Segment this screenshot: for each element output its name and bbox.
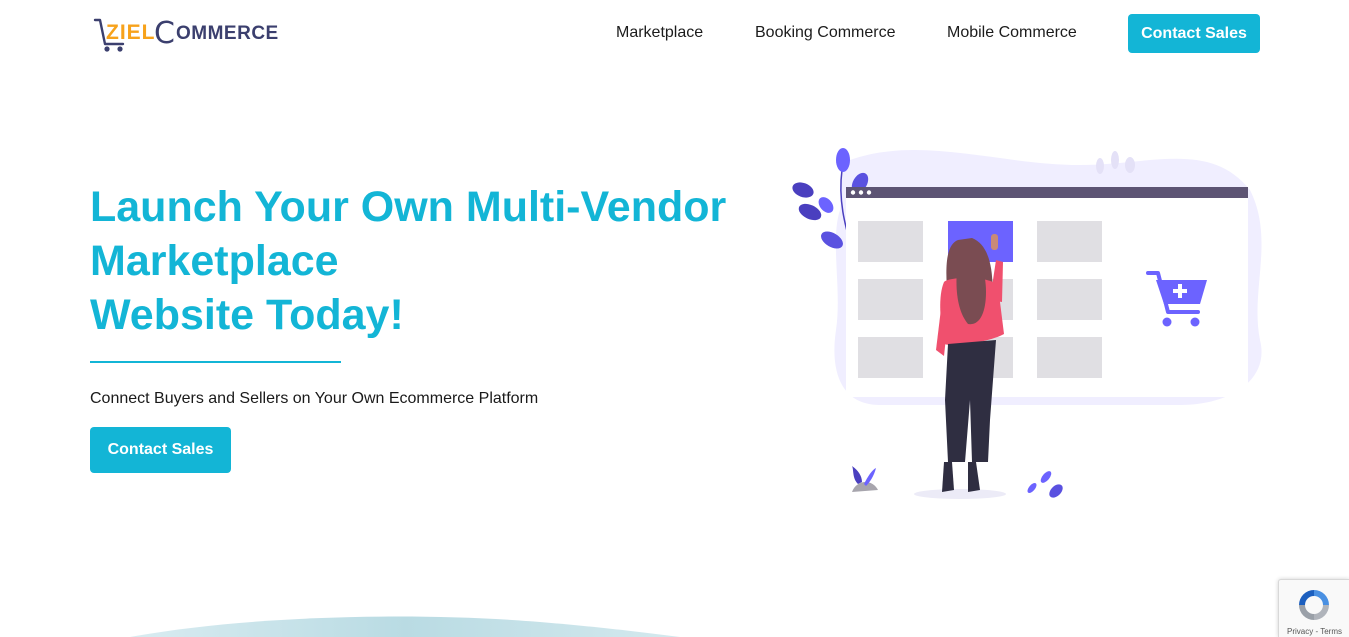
nav-link-mobile-commerce[interactable]: Mobile Commerce [947, 24, 1077, 42]
header-contact-sales-button[interactable]: Contact Sales [1128, 14, 1260, 53]
rock-illustration [852, 466, 878, 492]
site-header: ZIEL C OMMERCE Marketplace Booking Comme… [0, 0, 1349, 68]
recaptcha-icon [1299, 590, 1329, 620]
hero-contact-sales-button[interactable]: Contact Sales [90, 427, 231, 473]
logo-text-ziel: ZIEL [106, 21, 156, 44]
logo-text-c: C [154, 16, 175, 51]
hero-title: Launch Your Own Multi-Vendor Marketplace… [90, 180, 750, 342]
brand-logo[interactable]: ZIEL C OMMERCE [92, 14, 278, 54]
recaptcha-badge[interactable]: Privacy - Terms [1278, 579, 1349, 637]
logo-text-ommerce: OMMERCE [176, 23, 279, 44]
hero-illustration [792, 148, 1262, 499]
decorative-wave [130, 616, 680, 637]
nav-link-marketplace[interactable]: Marketplace [616, 24, 703, 42]
recaptcha-privacy-terms[interactable]: Privacy - Terms [1279, 627, 1349, 636]
hero-title-line: Launch Your Own Multi-Vendor [90, 183, 727, 231]
hero-divider [90, 361, 341, 363]
hero-subtitle: Connect Buyers and Sellers on Your Own E… [90, 390, 539, 407]
hero-title-line: Website Today! [90, 291, 404, 339]
hero-title-line: Marketplace [90, 237, 339, 285]
nav-link-booking-commerce[interactable]: Booking Commerce [755, 24, 896, 42]
